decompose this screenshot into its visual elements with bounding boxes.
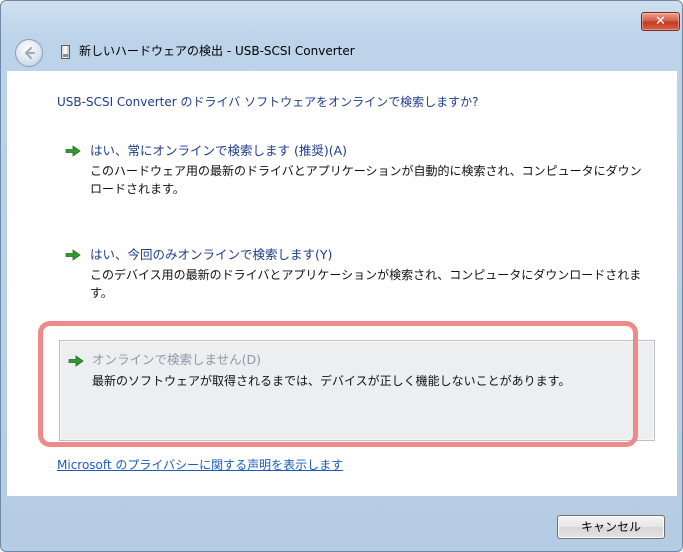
option-always-search-online[interactable]: はい、常にオンラインで検索します (推奨)(A) このハードウェア用の最新のドラ… xyxy=(59,141,653,197)
dialog-question: USB-SCSI Converter のドライバ ソフトウェアをオンラインで検索… xyxy=(57,95,479,109)
privacy-statement-link[interactable]: Microsoft のプライバシーに関する声明を表示します xyxy=(57,456,343,473)
green-arrow-icon xyxy=(65,145,81,157)
window-title: 新しいハードウェアの検出 - USB-SCSI Converter xyxy=(79,44,355,58)
back-button[interactable] xyxy=(15,39,43,67)
option-search-online-once[interactable]: はい、今回のみオンラインで検索します(Y) このデバイス用の最新のドライバとアプ… xyxy=(59,245,653,301)
back-arrow-icon xyxy=(24,46,36,60)
usb-device-icon xyxy=(61,45,70,59)
option-title: はい、常にオンラインで検索します (推奨)(A) xyxy=(90,143,348,158)
option-title: はい、今回のみオンラインで検索します(Y) xyxy=(90,247,333,262)
option-description: このハードウェア用の最新のドライバとアプリケーションが自動的に検索され、コンピュ… xyxy=(90,164,642,196)
close-icon: ✕ xyxy=(655,14,666,29)
green-arrow-icon xyxy=(65,249,81,261)
option-description: このデバイス用の最新のドライバとアプリケーションが検索され、コンピュータにダウン… xyxy=(90,268,642,300)
dialog-window: ✕ 新しいハードウェアの検出 - USB-SCSI Converter USB-… xyxy=(0,0,683,552)
close-button[interactable]: ✕ xyxy=(641,12,680,31)
cancel-button[interactable]: キャンセル xyxy=(557,515,665,539)
highlight-annotation xyxy=(38,321,638,447)
